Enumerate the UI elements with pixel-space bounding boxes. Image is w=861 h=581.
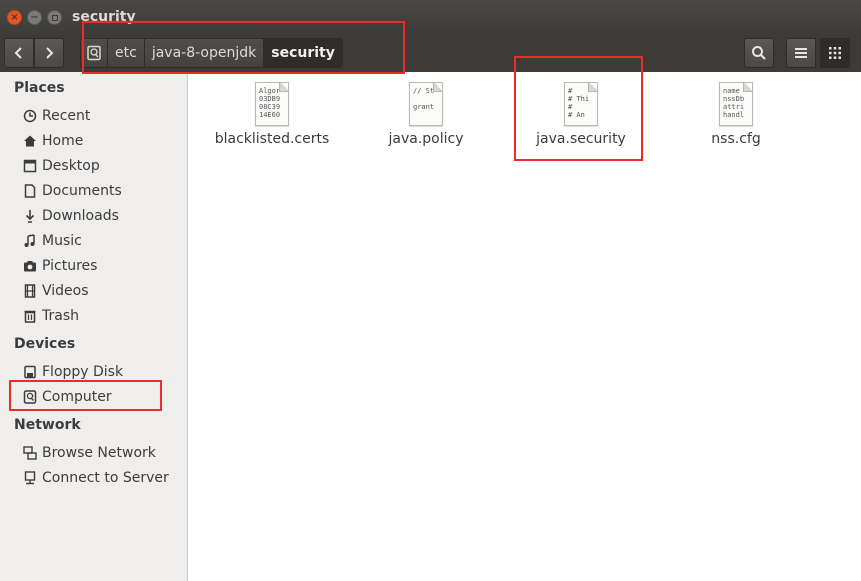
sidebar-item-documents[interactable]: Documents [22, 181, 122, 201]
sidebar-item-trash[interactable]: Trash [22, 306, 79, 326]
text-file-icon: name nssDb attri handl [719, 82, 753, 126]
file-name: blacklisted.certs [214, 131, 330, 147]
close-icon: × [10, 11, 19, 23]
sidebar-item-label: Videos [42, 283, 89, 299]
back-button[interactable] [4, 38, 34, 68]
sidebar-item-videos[interactable]: Videos [22, 281, 89, 301]
file-item-java-policy[interactable]: // St grant java.policy [361, 82, 491, 147]
search-button[interactable] [744, 38, 774, 68]
sidebar-item-label: Music [42, 233, 82, 249]
sidebar-item-label: Trash [42, 308, 79, 324]
floppy-icon [22, 364, 38, 380]
film-icon [22, 283, 38, 299]
server-icon [22, 470, 38, 486]
maximize-window-button[interactable] [47, 10, 62, 25]
list-view-button[interactable] [786, 38, 816, 68]
sidebar-item-browse-network[interactable]: Browse Network [22, 443, 156, 463]
grid-view-button[interactable] [820, 38, 850, 68]
file-name: java.policy [388, 131, 464, 147]
folder-icon [22, 158, 38, 174]
sidebar-item-floppy-disk[interactable]: Floppy Disk [22, 362, 123, 382]
network-heading: Network [14, 417, 81, 433]
sidebar-item-label: Floppy Disk [42, 364, 124, 380]
maximize-icon [51, 14, 58, 21]
chevron-right-icon [46, 47, 54, 59]
sidebar-item-label: Browse Network [42, 445, 156, 461]
chevron-left-icon [14, 47, 22, 59]
sidebar-item-label: Pictures [42, 258, 98, 274]
document-icon [22, 183, 38, 199]
minimize-icon: − [30, 11, 39, 23]
search-icon [752, 46, 766, 60]
sidebar-item-connect-to-server[interactable]: Connect to Server [22, 468, 169, 488]
trash-icon [22, 308, 38, 324]
file-item-nss-cfg[interactable]: name nssDb attri handl nss.cfg [671, 82, 801, 147]
home-icon [22, 133, 38, 149]
file-name: nss.cfg [711, 131, 761, 147]
download-icon [22, 208, 38, 224]
sidebar-item-recent[interactable]: Recent [22, 106, 90, 126]
clock-icon [22, 108, 38, 124]
annotation-box-java-security [514, 56, 643, 161]
sidebar-item-label: Connect to Server [42, 470, 169, 486]
sidebar-item-pictures[interactable]: Pictures [22, 256, 97, 276]
sidebar-item-label: Desktop [42, 158, 100, 174]
devices-heading: Devices [14, 336, 76, 352]
sidebar-item-music[interactable]: Music [22, 231, 82, 251]
close-window-button[interactable]: × [7, 10, 22, 25]
places-heading: Places [14, 80, 65, 96]
grid-icon [829, 47, 841, 59]
list-icon [795, 48, 807, 58]
camera-icon [22, 258, 38, 274]
text-file-icon: Algor 03DB9 08C39 14E60 [255, 82, 289, 126]
sidebar: Places Recent Home Desktop Documents Dow… [0, 72, 188, 581]
sidebar-item-label: Documents [42, 183, 122, 199]
minimize-window-button[interactable]: − [27, 10, 42, 25]
sidebar-item-label: Home [42, 133, 84, 149]
music-icon [22, 233, 38, 249]
network-icon [22, 445, 38, 461]
sidebar-item-home[interactable]: Home [22, 131, 83, 151]
sidebar-item-desktop[interactable]: Desktop [22, 156, 100, 176]
annotation-box-breadcrumb [82, 21, 405, 74]
sidebar-item-label: Recent [42, 108, 91, 124]
sidebar-item-label: Downloads [42, 208, 119, 224]
forward-button[interactable] [34, 38, 64, 68]
file-item-blacklisted-certs[interactable]: Algor 03DB9 08C39 14E60 blacklisted.cert… [207, 82, 337, 147]
text-file-icon: // St grant [409, 82, 443, 126]
annotation-box-computer [9, 380, 162, 411]
sidebar-item-downloads[interactable]: Downloads [22, 206, 119, 226]
